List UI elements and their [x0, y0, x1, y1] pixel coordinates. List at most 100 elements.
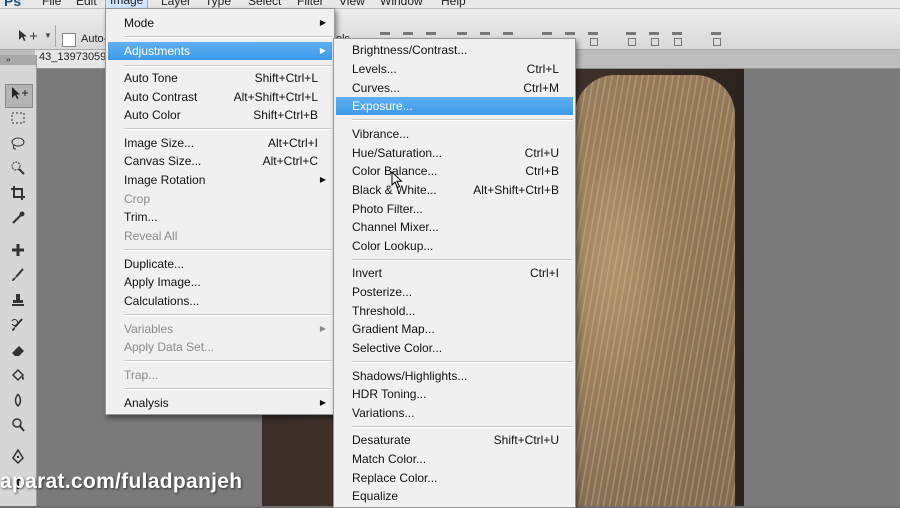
- pen-tool-icon[interactable]: [5, 448, 31, 471]
- menu-item-image-rotation[interactable]: Image Rotation ▶: [108, 171, 332, 189]
- menu-item-label: Color Lookup...: [352, 239, 434, 253]
- adjustments-submenu: Brightness/Contrast... Levels... Ctrl+L …: [333, 38, 576, 508]
- menu-item-label: Match Color...: [352, 452, 427, 466]
- menu-filter[interactable]: Filter: [297, 0, 324, 8]
- menu-item-desaturate[interactable]: Desaturate Shift+Ctrl+U: [336, 431, 573, 449]
- paint-bucket-tool-icon[interactable]: [5, 367, 31, 389]
- menu-item-shortcut: Ctrl+I: [529, 266, 559, 280]
- distribute-bottom-icon[interactable]: [586, 30, 600, 46]
- options-divider: [55, 25, 56, 47]
- menu-item-gradient-map[interactable]: Gradient Map...: [336, 320, 573, 338]
- menu-item-crop: Crop: [108, 190, 332, 208]
- menu-item-photo-filter[interactable]: Photo Filter...: [336, 200, 573, 218]
- menu-item-threshold[interactable]: Threshold...: [336, 302, 573, 320]
- menu-item-label: Hue/Saturation...: [352, 146, 443, 160]
- menu-item-color-lookup[interactable]: Color Lookup...: [336, 237, 573, 255]
- menu-view[interactable]: View: [339, 0, 365, 8]
- menu-item-brightness-contrast[interactable]: Brightness/Contrast...: [336, 41, 573, 59]
- menu-item-apply-image[interactable]: Apply Image...: [108, 273, 332, 291]
- crop-tool-icon[interactable]: [5, 185, 31, 207]
- auto-align-layers-icon[interactable]: [709, 30, 723, 46]
- menu-item-adjustments[interactable]: Adjustments ▶: [108, 42, 332, 60]
- menu-item-invert[interactable]: Invert Ctrl+I: [336, 264, 573, 282]
- eraser-tool-icon[interactable]: [5, 342, 31, 364]
- menu-item-shortcut: Shift+Ctrl+B: [253, 108, 318, 122]
- menu-item-auto-color[interactable]: Auto Color Shift+Ctrl+B: [108, 106, 332, 124]
- marquee-tool-icon[interactable]: [5, 110, 31, 132]
- menu-item-shortcut: Ctrl+B: [525, 164, 559, 178]
- menu-help[interactable]: Help: [441, 0, 466, 8]
- menu-item-exposure[interactable]: Exposure...: [336, 97, 573, 115]
- menu-separator: [124, 388, 332, 390]
- menu-file[interactable]: File: [42, 0, 61, 8]
- menu-item-label: Image Size...: [124, 136, 195, 150]
- menu-item-equalize[interactable]: Equalize: [336, 487, 573, 505]
- menu-window[interactable]: Window: [380, 0, 423, 8]
- menu-item-shortcut: Shift+Ctrl+U: [493, 433, 559, 447]
- menu-item-color-balance[interactable]: Color Balance... Ctrl+B: [336, 162, 573, 180]
- menu-separator: [352, 259, 573, 261]
- menu-type[interactable]: Type: [205, 0, 231, 8]
- menu-item-shortcut: Shift+Ctrl+L: [254, 71, 318, 85]
- menu-item-mode[interactable]: Mode ▶: [108, 14, 332, 32]
- menu-item-curves[interactable]: Curves... Ctrl+M: [336, 79, 573, 97]
- eyedropper-tool-icon[interactable]: [5, 210, 31, 232]
- menu-item-label: Crop: [124, 192, 151, 206]
- menu-item-label: Gradient Map...: [352, 322, 435, 336]
- toolbox-collapse-icon[interactable]: »: [0, 55, 36, 65]
- healing-brush-tool-icon[interactable]: [5, 242, 31, 264]
- menu-item-label: Posterize...: [352, 285, 413, 299]
- blur-tool-icon[interactable]: [5, 392, 31, 414]
- menu-item-calculations[interactable]: Calculations...: [108, 292, 332, 310]
- menu-item-black-white[interactable]: Black & White... Alt+Shift+Ctrl+B: [336, 181, 573, 199]
- submenu-arrow-icon: ▶: [319, 18, 326, 27]
- menu-item-reveal-all: Reveal All: [108, 227, 332, 245]
- menu-item-label: Selective Color...: [352, 341, 443, 355]
- menu-item-auto-tone[interactable]: Auto Tone Shift+Ctrl+L: [108, 69, 332, 87]
- menu-item-label: Curves...: [352, 81, 401, 95]
- menu-item-label: Apply Data Set...: [124, 340, 215, 354]
- menu-item-variations[interactable]: Variations...: [336, 404, 573, 422]
- move-tool-preset-icon[interactable]: [17, 29, 37, 43]
- submenu-arrow-icon: ▶: [319, 46, 326, 55]
- menu-item-apply-data-set: Apply Data Set...: [108, 338, 332, 356]
- menu-item-canvas-size[interactable]: Canvas Size... Alt+Ctrl+C: [108, 152, 332, 170]
- menu-edit[interactable]: Edit: [76, 0, 97, 8]
- menu-item-analysis[interactable]: Analysis ▶: [108, 394, 332, 412]
- menu-item-replace-color[interactable]: Replace Color...: [336, 469, 573, 487]
- dodge-tool-icon[interactable]: [5, 417, 31, 439]
- menu-item-shadows-highlights[interactable]: Shadows/Highlights...: [336, 367, 573, 385]
- menu-item-hue-saturation[interactable]: Hue/Saturation... Ctrl+U: [336, 144, 573, 162]
- menu-item-label: Auto Tone: [124, 71, 178, 85]
- menu-item-vibrance[interactable]: Vibrance...: [336, 125, 573, 143]
- auto-select-checkbox[interactable]: [62, 33, 76, 47]
- distribute-right-icon[interactable]: [670, 30, 684, 46]
- menu-select[interactable]: Select: [248, 0, 281, 8]
- menu-item-hdr-toning[interactable]: HDR Toning...: [336, 385, 573, 403]
- menu-item-trim[interactable]: Trim...: [108, 208, 332, 226]
- clone-stamp-tool-icon[interactable]: [5, 292, 31, 314]
- distribute-left-icon[interactable]: [624, 30, 638, 46]
- menu-item-shortcut: Alt+Shift+Ctrl+B: [473, 183, 559, 197]
- menu-separator: [352, 426, 573, 428]
- menu-item-auto-contrast[interactable]: Auto Contrast Alt+Shift+Ctrl+L: [108, 88, 332, 106]
- menu-item-label: Image Rotation: [124, 173, 206, 187]
- quick-selection-tool-icon[interactable]: [5, 160, 31, 182]
- chevron-down-icon[interactable]: ▼: [41, 29, 55, 43]
- menu-item-duplicate[interactable]: Duplicate...: [108, 255, 332, 273]
- menu-item-label: Equalize: [352, 489, 399, 503]
- menu-item-label: Shadows/Highlights...: [352, 369, 468, 383]
- menu-item-match-color[interactable]: Match Color...: [336, 450, 573, 468]
- menu-item-levels[interactable]: Levels... Ctrl+L: [336, 60, 573, 78]
- move-tool-icon[interactable]: [5, 84, 33, 108]
- distribute-horizontal-icon[interactable]: [647, 30, 661, 46]
- menu-item-channel-mixer[interactable]: Channel Mixer...: [336, 218, 573, 236]
- lasso-tool-icon[interactable]: [5, 135, 31, 157]
- menu-item-selective-color[interactable]: Selective Color...: [336, 339, 573, 357]
- menu-layer[interactable]: Layer: [161, 0, 191, 8]
- menu-item-image-size[interactable]: Image Size... Alt+Ctrl+I: [108, 134, 332, 152]
- menu-item-posterize[interactable]: Posterize...: [336, 283, 573, 301]
- menu-separator: [124, 314, 332, 316]
- history-brush-tool-icon[interactable]: [5, 317, 31, 339]
- brush-tool-icon[interactable]: [5, 267, 31, 289]
